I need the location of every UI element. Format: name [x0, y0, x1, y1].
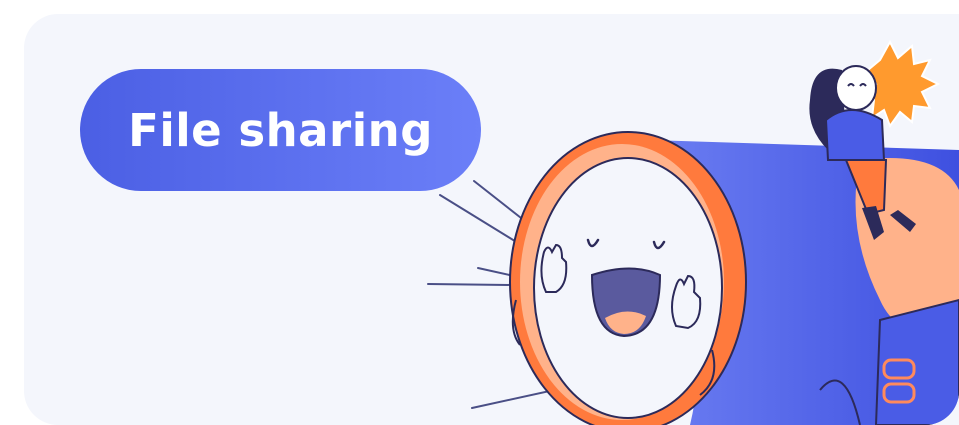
megaphone-illustration	[427, 39, 959, 425]
banner-title: File sharing	[128, 103, 433, 157]
sleeve-shape	[874, 298, 959, 425]
file-sharing-pill: File sharing	[80, 69, 481, 191]
